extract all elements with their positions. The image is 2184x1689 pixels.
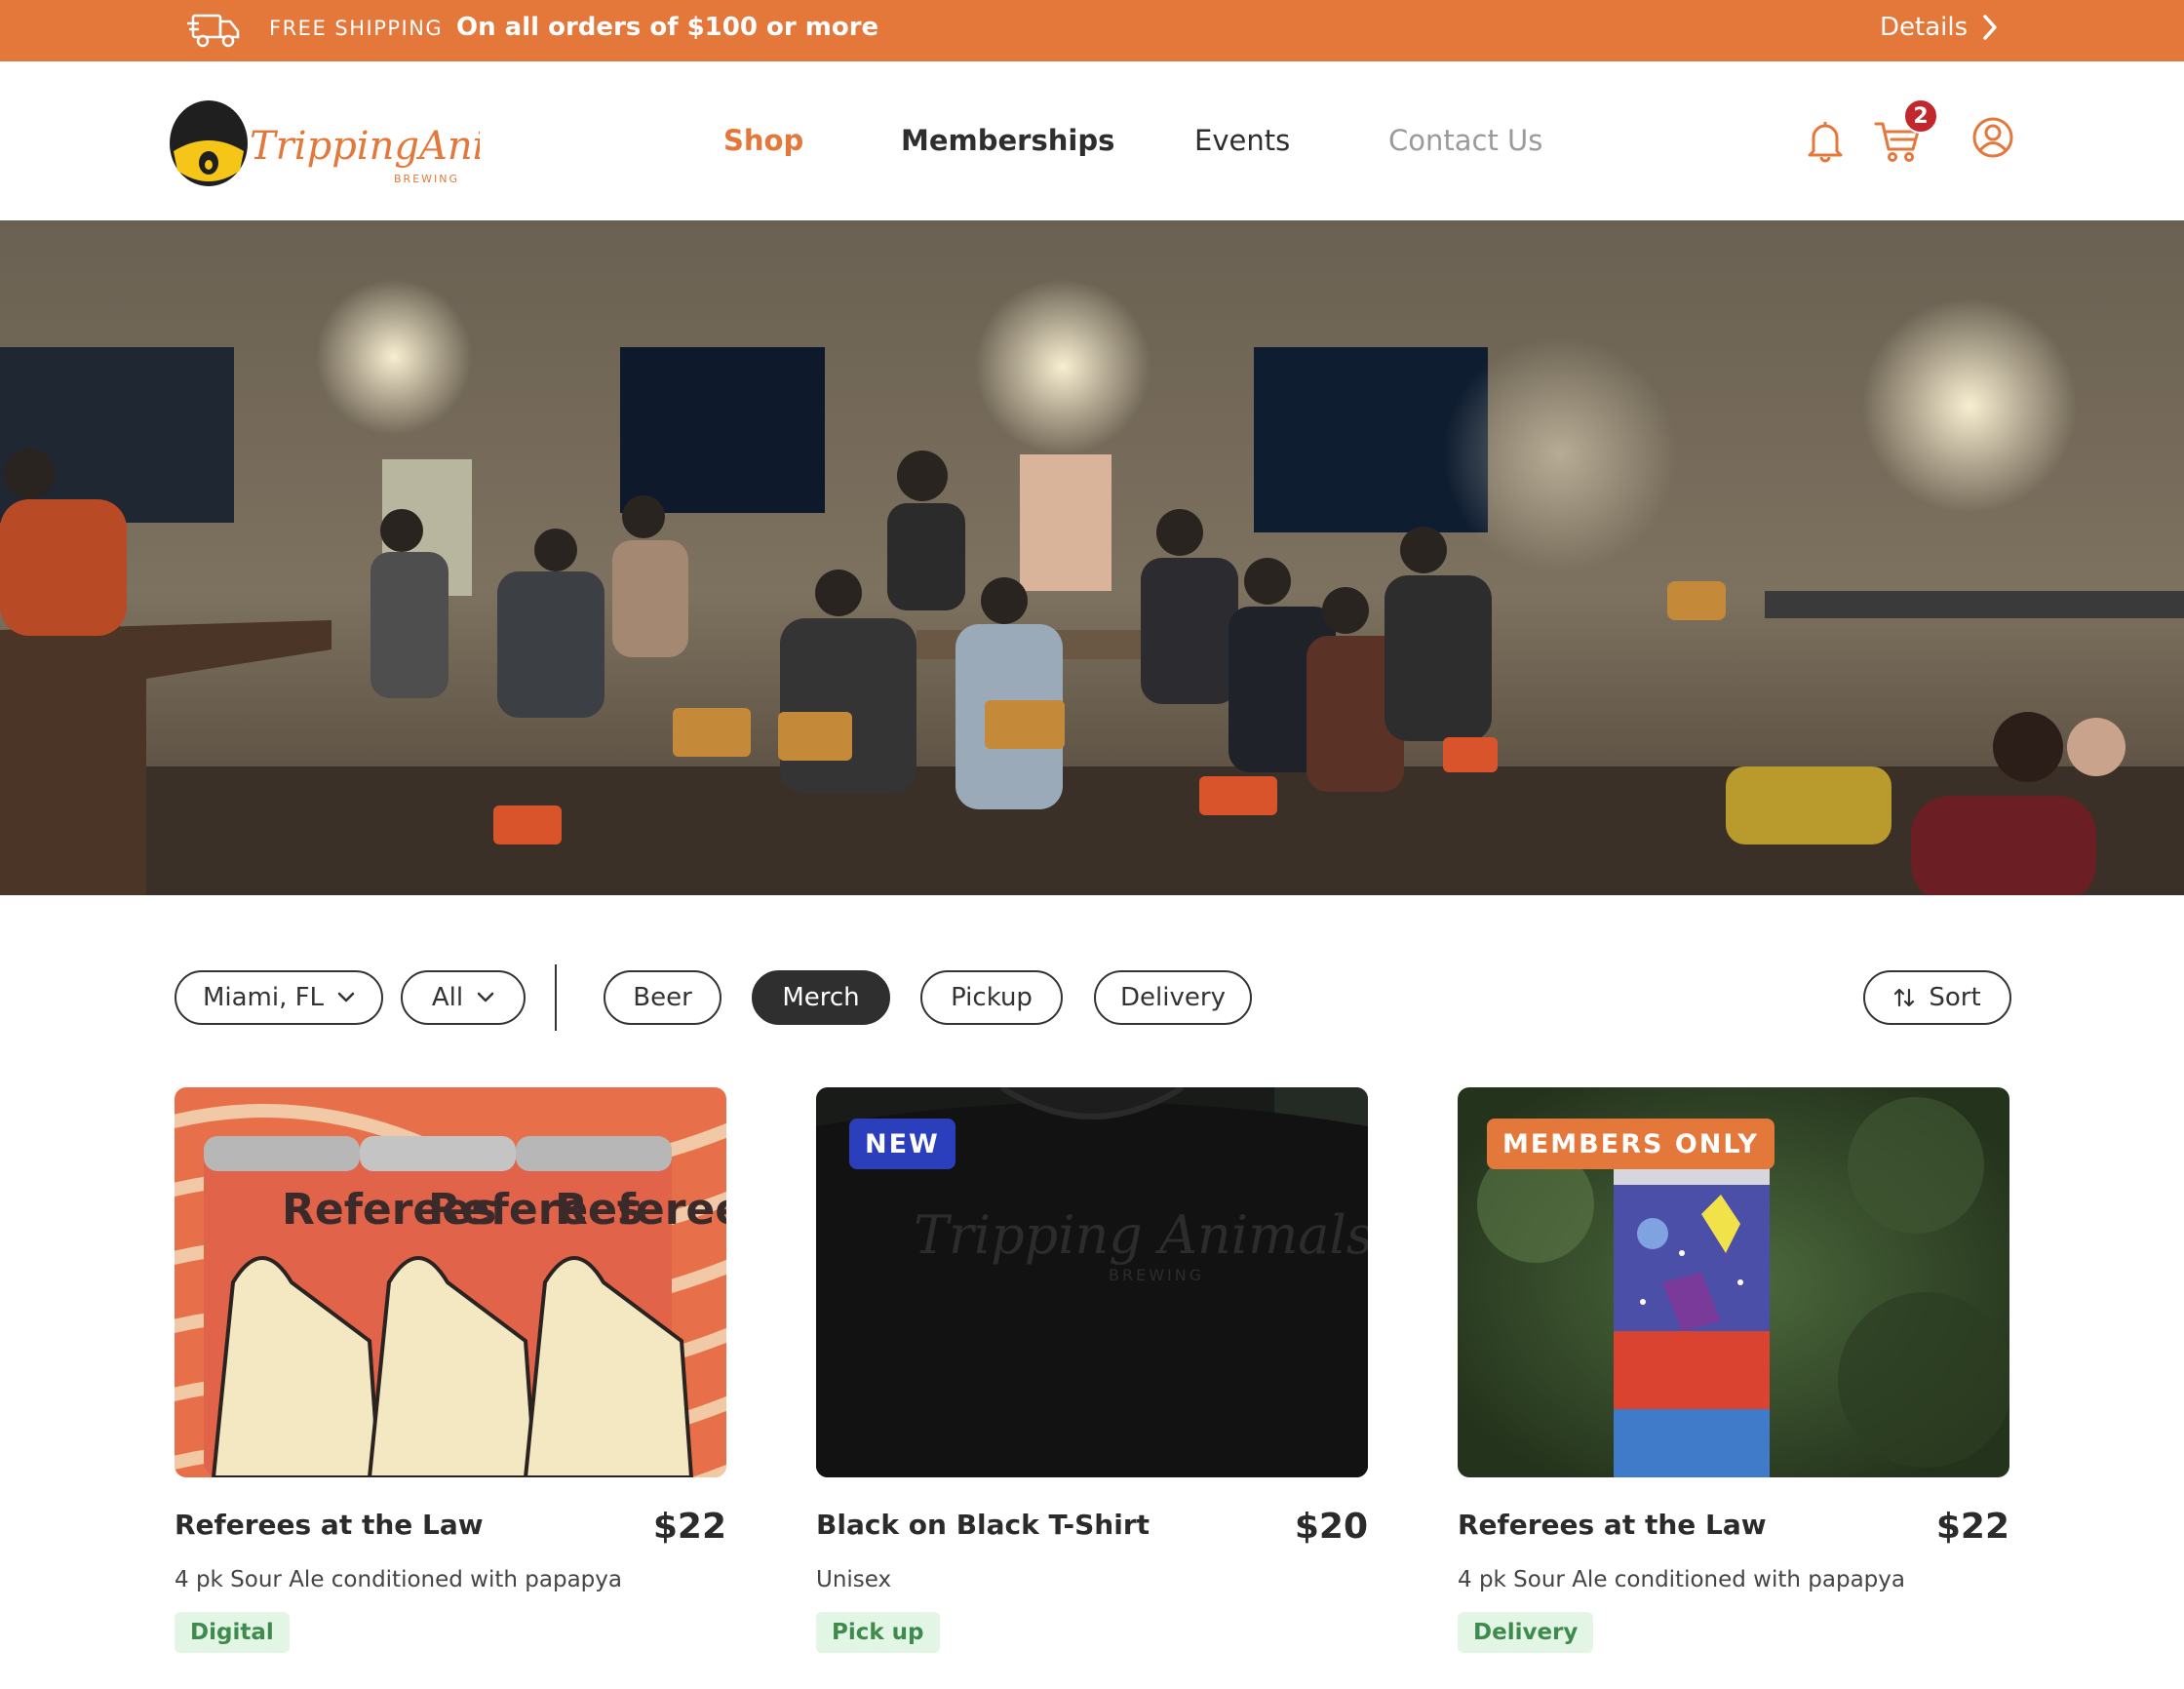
filter-chip-delivery[interactable]: Delivery xyxy=(1094,970,1252,1025)
product-title[interactable]: Referees at the Law xyxy=(1458,1509,1767,1541)
filter-chip-beer[interactable]: Beer xyxy=(604,970,722,1025)
chevron-down-icon xyxy=(477,992,494,1002)
nav-shop[interactable]: Shop xyxy=(723,124,803,157)
filter-bar: Miami, FL All Beer Merch Pickup Delivery… xyxy=(0,964,2184,1031)
location-value: Miami, FL xyxy=(202,983,325,1012)
product-image[interactable]: Tripping Animals BREWING NEW xyxy=(816,1087,1368,1477)
brand-logo[interactable]: TrippingAnimals BREWING xyxy=(168,91,480,188)
site-header: TrippingAnimals BREWING Shop Memberships… xyxy=(0,61,2184,220)
truck-icon xyxy=(187,14,240,48)
product-price: $20 xyxy=(1294,1507,1368,1547)
svg-text:TrippingAnimals: TrippingAnimals xyxy=(250,124,480,169)
sort-button[interactable]: Sort xyxy=(1863,970,2011,1025)
can-label-3: Referees xyxy=(555,1185,726,1235)
fulfillment-tag: Delivery xyxy=(1458,1612,1594,1653)
promo-bar: FREE SHIPPING On all orders of $100 or m… xyxy=(0,0,2184,61)
chevron-down-icon xyxy=(337,992,355,1002)
scope-value: All xyxy=(431,983,464,1012)
scope-dropdown[interactable]: All xyxy=(401,970,526,1025)
product-description: 4 pk Sour Ale conditioned with papapya xyxy=(1458,1567,1905,1592)
product-title[interactable]: Referees at the Law xyxy=(175,1509,484,1541)
shirt-print: Tripping Animals xyxy=(914,1204,1368,1266)
beer-cans-photo: Referees Referees Referees xyxy=(175,1087,726,1477)
nav-memberships[interactable]: Memberships xyxy=(901,124,1114,157)
cart-count-badge: 2 xyxy=(1903,98,1938,134)
sort-label: Sort xyxy=(1929,983,1981,1012)
location-dropdown[interactable]: Miami, FL xyxy=(175,970,383,1025)
nav-contact-us[interactable]: Contact Us xyxy=(1388,124,1542,157)
user-icon[interactable] xyxy=(1971,116,2014,159)
details-label: Details xyxy=(1880,13,1969,42)
fulfillment-tag: Pick up xyxy=(816,1612,940,1653)
product-price: $22 xyxy=(1935,1507,2009,1547)
filter-chip-merch[interactable]: Merch xyxy=(752,970,890,1025)
fulfillment-tag: Digital xyxy=(175,1612,290,1653)
product-description: 4 pk Sour Ale conditioned with papapya xyxy=(175,1567,622,1592)
new-badge: NEW xyxy=(849,1119,956,1169)
filter-divider xyxy=(555,964,557,1031)
product-title[interactable]: Black on Black T-Shirt xyxy=(816,1509,1150,1541)
svg-text:BREWING: BREWING xyxy=(394,173,459,185)
bell-icon[interactable] xyxy=(1806,118,1845,163)
hero-image xyxy=(0,220,2184,895)
product-price: $22 xyxy=(652,1507,726,1547)
details-link[interactable]: Details xyxy=(1880,13,1999,42)
product-image[interactable]: MEMBERS ONLY xyxy=(1458,1087,2009,1477)
nav-events[interactable]: Events xyxy=(1194,124,1290,157)
free-shipping-label: FREE SHIPPING xyxy=(269,17,444,40)
members-only-badge: MEMBERS ONLY xyxy=(1487,1119,1774,1169)
product-image[interactable]: Referees Referees Referees xyxy=(175,1087,726,1477)
filter-chip-pickup[interactable]: Pickup xyxy=(920,970,1063,1025)
chevron-right-icon xyxy=(1983,15,1997,40)
taproom-photo xyxy=(0,220,2184,895)
sort-arrows-icon xyxy=(1894,988,1915,1007)
shipping-message: On all orders of $100 or more xyxy=(456,13,879,42)
shirt-print-sub: BREWING xyxy=(1109,1266,1204,1284)
product-description: Unisex xyxy=(816,1567,892,1592)
